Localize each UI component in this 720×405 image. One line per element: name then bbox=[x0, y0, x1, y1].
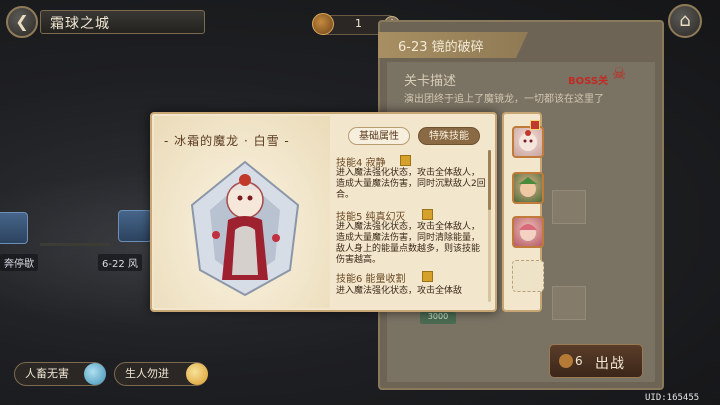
stage-slot bbox=[552, 190, 586, 224]
back-arrow-icon: ❮ bbox=[15, 12, 29, 31]
character-pink-avatar-icon bbox=[519, 224, 537, 241]
map-path bbox=[40, 243, 110, 246]
tab-special-skills[interactable]: 特殊技能 bbox=[418, 127, 480, 145]
skill-rank-icon bbox=[422, 209, 433, 220]
map-node-6-22[interactable] bbox=[118, 210, 152, 242]
user-id: UID:165455 bbox=[645, 393, 700, 403]
skill-4-description: 进入魔法强化状态，攻击全体敌人，造成大量魔法伤害，同时沉默敌人2回合。 bbox=[336, 168, 486, 200]
skill-scroll-thumb[interactable] bbox=[488, 150, 491, 210]
skill-6-description: 进入魔法强化状态，攻击全体敌 bbox=[336, 286, 463, 296]
back-button[interactable]: ❮ bbox=[6, 6, 38, 38]
slime-blue-icon bbox=[84, 363, 106, 385]
character-snow-avatar-icon bbox=[519, 130, 537, 151]
team-slot-3[interactable] bbox=[512, 216, 544, 248]
team-slot-4-empty[interactable] bbox=[512, 260, 544, 292]
stamina-icon bbox=[559, 354, 573, 368]
resource-value: 1 bbox=[355, 17, 362, 30]
character-name: - 冰霜的魔龙 · 白雪 - bbox=[164, 134, 290, 148]
skill-4-title: 技能4 寂静 bbox=[336, 158, 386, 169]
stage-cost-badge: 3000 bbox=[420, 312, 456, 324]
stage-description: 演出团终于追上了魔镜龙，一切都该在这里了 bbox=[404, 94, 604, 105]
battle-button-label: 出战 bbox=[595, 356, 625, 372]
map-node-label: 6-22 风 bbox=[98, 254, 142, 271]
stage-slot bbox=[552, 286, 586, 320]
map-node-label: 奔停歇 bbox=[0, 254, 38, 271]
boss-skull-icon: ☠ bbox=[611, 64, 627, 83]
team-slot-badge bbox=[530, 120, 540, 130]
map-node-previous[interactable] bbox=[0, 212, 28, 244]
character-portrait-art bbox=[190, 160, 300, 297]
skill-6-title: 技能6 能量收割 bbox=[336, 274, 406, 285]
character-green-avatar-icon bbox=[519, 177, 537, 197]
page-title: 霜球之城 bbox=[50, 16, 110, 32]
stage-name: 6-23 镜的破碎 bbox=[398, 40, 484, 55]
skill-rank-icon bbox=[400, 155, 411, 166]
stage-description-title: 关卡描述 bbox=[404, 74, 457, 89]
home-button[interactable]: ⌂ bbox=[668, 4, 702, 38]
boss-tag: BOSS关 bbox=[568, 76, 609, 87]
cat-yellow-icon bbox=[186, 363, 208, 385]
toggle-harmless-label: 人畜无害 bbox=[25, 367, 69, 380]
skill-rank-icon bbox=[422, 271, 433, 282]
tab-basic-attributes[interactable]: 基础属性 bbox=[348, 127, 410, 145]
resource-coin-icon bbox=[312, 13, 334, 35]
team-slot-2[interactable] bbox=[512, 172, 544, 204]
skill-5-title: 技能5 纯真幻灭 bbox=[336, 212, 406, 223]
skill-5-description: 进入魔法强化状态，攻击全体敌人，造成大量魔法伤害，同时清除能量，敌人身上的能量点… bbox=[336, 222, 481, 265]
home-icon: ⌂ bbox=[679, 10, 691, 31]
toggle-keep-out-label: 生人勿进 bbox=[125, 367, 169, 380]
team-slot-1[interactable] bbox=[512, 126, 544, 158]
battle-cost: 6 bbox=[575, 354, 583, 368]
